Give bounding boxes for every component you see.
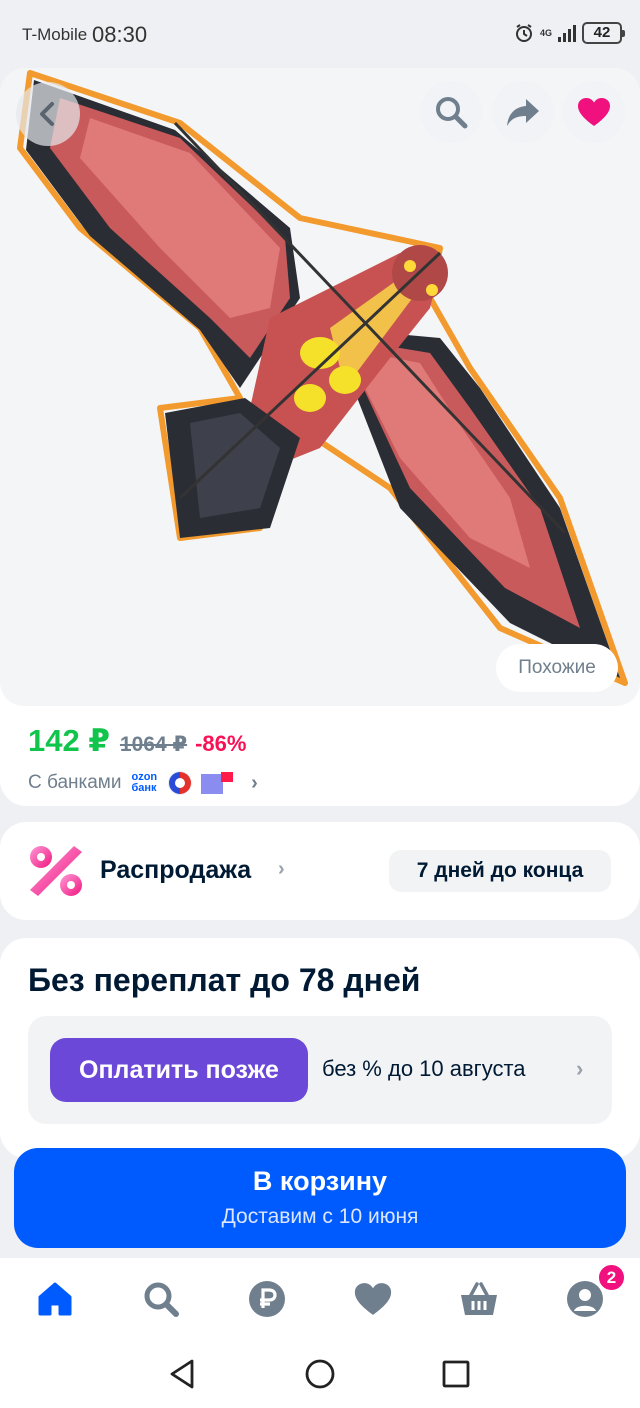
basket-icon	[461, 1282, 497, 1315]
pay-later-panel[interactable]: Оплатить позже без % до 10 августа ›	[28, 1016, 612, 1124]
current-price: 142 ₽	[28, 723, 110, 758]
chevron-right-icon: ›	[576, 1056, 584, 1081]
pay-later-terms: без % до 10 августа	[322, 1056, 526, 1081]
search-icon	[144, 1282, 179, 1317]
profile-notification-badge: 2	[597, 1263, 626, 1292]
recents-square-icon[interactable]	[438, 1356, 474, 1392]
product-image[interactable]: Похожие	[0, 68, 640, 706]
search-button[interactable]	[420, 81, 482, 143]
price-row: 142 ₽ 1064 ₽ -86%	[28, 723, 246, 759]
product-card: Похожие 142 ₽ 1064 ₽ -86% С банками ozon…	[0, 68, 640, 806]
tab-home[interactable]	[34, 1278, 76, 1320]
bottom-tab-bar	[0, 1258, 640, 1342]
installment-card: Без переплат до 78 дней Оплатить позже б…	[0, 938, 640, 1158]
tab-search[interactable]	[140, 1278, 182, 1320]
delivery-date: Доставим с 10 июня	[221, 1205, 419, 1228]
heart-icon	[354, 1283, 392, 1315]
sale-label: Распродажа	[100, 856, 252, 884]
days-left-badge: 7 дней до конца	[389, 850, 611, 892]
tab-favorites[interactable]	[352, 1278, 394, 1320]
system-navigation-bar	[0, 1342, 640, 1408]
signal-icon	[558, 24, 576, 42]
ozon-bank-line2: банк	[131, 782, 157, 794]
heart-filled-icon	[578, 98, 610, 126]
status-time: 08:30	[92, 22, 148, 47]
favorite-button[interactable]	[563, 81, 625, 143]
chevron-right-icon: ›	[251, 771, 258, 794]
add-to-cart-label: В корзину	[252, 1166, 388, 1196]
tab-finance[interactable]	[246, 1278, 288, 1320]
share-button[interactable]	[492, 81, 554, 143]
banks-row[interactable]: С банками ozon банк ›	[28, 768, 258, 798]
back-button[interactable]	[16, 82, 80, 146]
banks-label: С банками	[28, 772, 122, 793]
similar-button[interactable]: Похожие	[496, 644, 618, 692]
ruble-icon	[249, 1281, 285, 1317]
old-price: 1064 ₽	[119, 733, 188, 756]
alarm-icon	[515, 24, 532, 42]
discount-badge: -86%	[195, 731, 247, 756]
profile-icon	[567, 1281, 603, 1317]
network-type: 4G	[539, 27, 552, 38]
home-icon	[38, 1282, 72, 1316]
ozon-bank-logo: ozon банк	[131, 772, 157, 794]
search-icon	[436, 97, 468, 129]
share-icon	[507, 99, 539, 126]
eagle-kite-image	[17, 70, 628, 686]
back-triangle-icon[interactable]	[164, 1356, 200, 1392]
chevron-left-icon	[40, 102, 54, 126]
status-icons: 4G 42	[514, 22, 625, 44]
battery-icon: 42	[582, 22, 625, 44]
bank-card-icon	[201, 772, 234, 794]
home-circle-icon[interactable]	[302, 1356, 338, 1392]
chevron-right-icon: ›	[278, 858, 285, 880]
carrier-name: T-Mobile	[22, 25, 88, 44]
tab-cart[interactable]	[458, 1278, 500, 1320]
installment-title: Без переплат до 78 дней	[28, 962, 421, 998]
status-bar: T-Mobile 08:30 4G 42	[0, 0, 640, 68]
sale-card[interactable]: Распродажа › 7 дней до конца	[0, 822, 640, 920]
percent-icon	[30, 846, 82, 896]
add-to-cart-button[interactable]: В корзину Доставим с 10 июня	[14, 1148, 626, 1248]
bank-logo-icon	[168, 771, 193, 795]
pay-later-button[interactable]: Оплатить позже	[50, 1038, 308, 1102]
